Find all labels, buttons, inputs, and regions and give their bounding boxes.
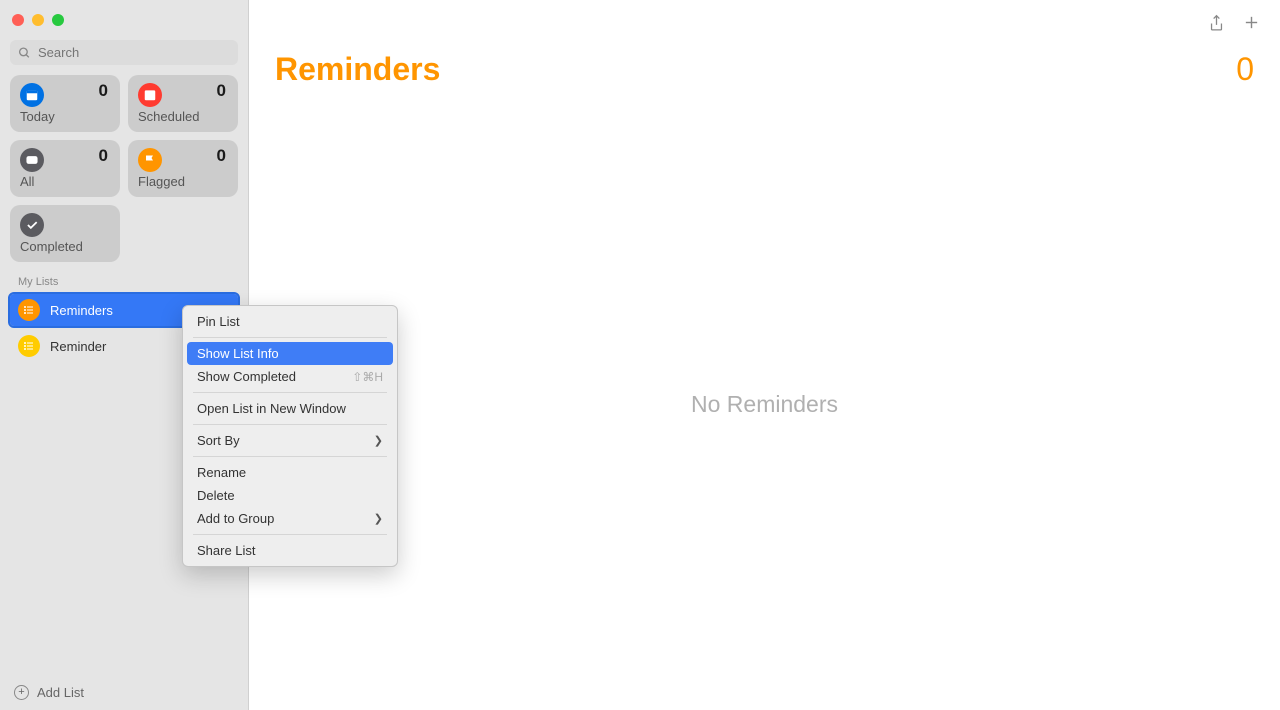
chevron-right-icon: ❯ [374,434,383,447]
flag-icon [138,148,162,172]
add-list-button[interactable]: + Add List [0,675,248,710]
menu-rename[interactable]: Rename [187,461,393,484]
scheduled-count: 0 [217,81,226,101]
add-button[interactable] [1243,14,1260,33]
flagged-label: Flagged [138,174,228,189]
menu-shortcut: ⇧⌘H [352,370,383,384]
menu-separator [193,337,387,338]
context-menu: Pin List Show List Info Show Completed ⇧… [182,305,398,567]
menu-pin-list[interactable]: Pin List [187,310,393,333]
menu-separator [193,424,387,425]
content-header: Reminders 0 [249,33,1280,98]
menu-separator [193,534,387,535]
all-count: 0 [99,146,108,166]
add-list-label: Add List [37,685,84,700]
maximize-button[interactable] [52,14,64,26]
page-title: Reminders [275,51,440,88]
search-container [10,40,238,65]
flagged-count: 0 [217,146,226,166]
calendar-icon [138,83,162,107]
my-lists-header: My Lists [0,262,248,292]
menu-separator [193,456,387,457]
empty-text: No Reminders [691,391,838,418]
plus-circle-icon: + [14,685,29,700]
menu-separator [193,392,387,393]
main-content: Reminders 0 No Reminders [249,0,1280,710]
all-label: All [20,174,110,189]
checkmark-icon [20,213,44,237]
window-controls [0,0,248,36]
list-item-label: Reminders [50,303,113,318]
calendar-today-icon [20,83,44,107]
menu-show-completed[interactable]: Show Completed ⇧⌘H [187,365,393,388]
menu-show-list-info[interactable]: Show List Info [187,342,393,365]
today-label: Today [20,109,110,124]
search-input[interactable] [10,40,238,65]
tray-icon [20,148,44,172]
list-icon [18,299,40,321]
menu-add-to-group[interactable]: Add to Group ❯ [187,507,393,530]
search-icon [18,46,31,59]
list-item-label: Reminder [50,339,106,354]
menu-open-new-window[interactable]: Open List in New Window [187,397,393,420]
chevron-right-icon: ❯ [374,512,383,525]
minimize-button[interactable] [32,14,44,26]
menu-share-list[interactable]: Share List [187,539,393,562]
smart-list-scheduled[interactable]: 0 Scheduled [128,75,238,132]
smart-lists-grid: 0 Today 0 Scheduled 0 All 0 Flagged [0,75,248,262]
today-count: 0 [99,81,108,101]
toolbar [249,0,1280,33]
completed-label: Completed [20,239,110,254]
smart-list-today[interactable]: 0 Today [10,75,120,132]
close-button[interactable] [12,14,24,26]
smart-list-all[interactable]: 0 All [10,140,120,197]
page-count: 0 [1236,51,1254,88]
scheduled-label: Scheduled [138,109,228,124]
list-icon [18,335,40,357]
share-button[interactable] [1208,14,1225,33]
menu-delete[interactable]: Delete [187,484,393,507]
empty-state: No Reminders [249,98,1280,710]
smart-list-completed[interactable]: Completed [10,205,120,262]
menu-sort-by[interactable]: Sort By ❯ [187,429,393,452]
smart-list-flagged[interactable]: 0 Flagged [128,140,238,197]
